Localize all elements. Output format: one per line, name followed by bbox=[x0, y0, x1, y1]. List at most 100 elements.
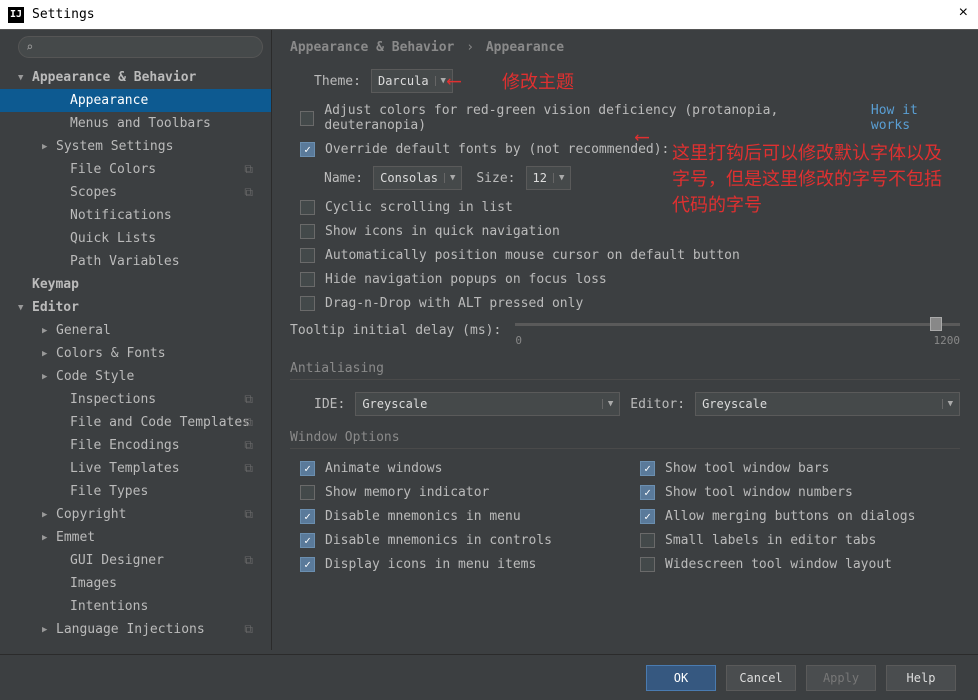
sidebar-item[interactable]: Appearance bbox=[0, 89, 271, 112]
sidebar-item[interactable]: ▶Emmet bbox=[0, 526, 271, 549]
adjust-colors-label: Adjust colors for red-green vision defic… bbox=[324, 103, 859, 133]
sidebar-item[interactable]: Live Templates⧉ bbox=[0, 457, 271, 480]
sidebar-item[interactable]: Keymap bbox=[0, 273, 271, 296]
help-button[interactable]: Help bbox=[886, 665, 956, 691]
sidebar-item[interactable]: Path Variables bbox=[0, 250, 271, 273]
cyclic-label: Cyclic scrolling in list bbox=[325, 200, 513, 215]
sidebar-item[interactable]: File Colors⧉ bbox=[0, 158, 271, 181]
aa-editor-label: Editor: bbox=[630, 397, 685, 412]
aa-editor-value: Greyscale bbox=[702, 397, 767, 411]
winopt-label: Animate windows bbox=[325, 461, 442, 476]
winopt-checkbox[interactable] bbox=[640, 557, 655, 572]
slider-thumb[interactable] bbox=[930, 317, 942, 331]
winopt-checkbox[interactable]: ✓ bbox=[300, 509, 315, 524]
tree-arrow-icon: ▶ bbox=[42, 349, 56, 359]
winopt-label: Allow merging buttons on dialogs bbox=[665, 509, 915, 524]
slider-min: 0 bbox=[515, 334, 522, 347]
sidebar-item-label: Live Templates bbox=[70, 461, 180, 476]
winopt-label: Show memory indicator bbox=[325, 485, 489, 500]
sidebar-item[interactable]: GUI Designer⧉ bbox=[0, 549, 271, 572]
profile-icon: ⧉ bbox=[244, 392, 253, 407]
breadcrumb: Appearance & Behavior › Appearance bbox=[290, 40, 960, 55]
winopt-checkbox[interactable]: ✓ bbox=[300, 557, 315, 572]
sidebar-item[interactable]: Scopes⧉ bbox=[0, 181, 271, 204]
theme-select[interactable]: Darcula ▼ bbox=[371, 69, 453, 93]
winopt-checkbox[interactable]: ✓ bbox=[640, 461, 655, 476]
winopt-label: Widescreen tool window layout bbox=[665, 557, 892, 572]
winopt-checkbox[interactable] bbox=[640, 533, 655, 548]
winopt-checkbox[interactable]: ✓ bbox=[300, 461, 315, 476]
search-icon: ⌕ bbox=[26, 40, 33, 54]
sidebar-item[interactable]: ▼Appearance & Behavior bbox=[0, 66, 271, 89]
sidebar-item[interactable]: ▶Code Style bbox=[0, 365, 271, 388]
sidebar-item[interactable]: File Encodings⧉ bbox=[0, 434, 271, 457]
tooltip-delay-slider[interactable] bbox=[515, 323, 960, 326]
winopt-checkbox[interactable] bbox=[300, 485, 315, 500]
winopt-label: Display icons in menu items bbox=[325, 557, 536, 572]
sidebar-item[interactable]: ▶Colors & Fonts bbox=[0, 342, 271, 365]
sidebar-item[interactable]: ▶General bbox=[0, 319, 271, 342]
sidebar-item[interactable]: Notifications bbox=[0, 204, 271, 227]
winopt-checkbox[interactable]: ✓ bbox=[640, 509, 655, 524]
sidebar-item-label: Keymap bbox=[32, 277, 79, 292]
sidebar-item-label: File Types bbox=[70, 484, 148, 499]
chevron-down-icon: ▼ bbox=[942, 399, 953, 409]
sidebar-item[interactable]: ▶Language Injections⧉ bbox=[0, 618, 271, 641]
sidebar-item-label: GUI Designer bbox=[70, 553, 164, 568]
cyclic-checkbox[interactable] bbox=[300, 200, 315, 215]
sidebar-item[interactable]: Quick Lists bbox=[0, 227, 271, 250]
winopt-label: Show tool window numbers bbox=[665, 485, 853, 500]
sidebar-item[interactable]: Menus and Toolbars bbox=[0, 112, 271, 135]
sidebar-item-label: Emmet bbox=[56, 530, 95, 545]
close-icon[interactable]: × bbox=[959, 4, 968, 22]
adjust-colors-checkbox[interactable] bbox=[300, 111, 314, 126]
aa-ide-select[interactable]: Greyscale ▼ bbox=[355, 392, 620, 416]
sidebar-item-label: Appearance bbox=[70, 93, 148, 108]
override-fonts-label: Override default fonts by (not recommend… bbox=[325, 142, 669, 157]
sidebar-item-label: Scopes bbox=[70, 185, 117, 200]
font-size-select[interactable]: 12 ▼ bbox=[526, 166, 572, 190]
apply-button[interactable]: Apply bbox=[806, 665, 876, 691]
hidenav-checkbox[interactable] bbox=[300, 272, 315, 287]
tree-arrow-icon: ▶ bbox=[42, 326, 56, 336]
sidebar-item[interactable]: Intentions bbox=[0, 595, 271, 618]
winopt-label: Small labels in editor tabs bbox=[665, 533, 876, 548]
how-it-works-link[interactable]: How it works bbox=[871, 103, 960, 133]
sidebar-item-label: System Settings bbox=[56, 139, 173, 154]
sidebar-item[interactable]: File and Code Templates⧉ bbox=[0, 411, 271, 434]
theme-label: Theme: bbox=[314, 74, 361, 89]
profile-icon: ⧉ bbox=[244, 622, 253, 637]
sidebar-item-label: Intentions bbox=[70, 599, 148, 614]
sidebar-item-label: Colors & Fonts bbox=[56, 346, 166, 361]
winopt-checkbox[interactable]: ✓ bbox=[300, 533, 315, 548]
search-input[interactable] bbox=[18, 36, 263, 58]
autopos-checkbox[interactable] bbox=[300, 248, 315, 263]
chevron-down-icon: ▼ bbox=[602, 399, 613, 409]
app-icon: IJ bbox=[8, 7, 24, 23]
sidebar-item[interactable]: ▶Copyright⧉ bbox=[0, 503, 271, 526]
ok-button[interactable]: OK bbox=[646, 665, 716, 691]
sidebar-item[interactable]: File Types bbox=[0, 480, 271, 503]
window-options-title: Window Options bbox=[290, 430, 960, 449]
sidebar-item[interactable]: Images bbox=[0, 572, 271, 595]
cancel-button[interactable]: Cancel bbox=[726, 665, 796, 691]
winopt-label: Disable mnemonics in controls bbox=[325, 533, 552, 548]
sidebar-item-label: Menus and Toolbars bbox=[70, 116, 211, 131]
sidebar-item[interactable]: ▼Editor bbox=[0, 296, 271, 319]
sidebar-item-label: Appearance & Behavior bbox=[32, 70, 196, 85]
tree-arrow-icon: ▶ bbox=[42, 510, 56, 520]
settings-tree: ▼Appearance & Behavior Appearance Menus an… bbox=[0, 64, 271, 643]
tooltip-delay-label: Tooltip initial delay (ms): bbox=[290, 323, 501, 338]
sidebar-item-label: Editor bbox=[32, 300, 79, 315]
font-name-select[interactable]: Consolas ▼ bbox=[373, 166, 462, 190]
sidebar-item[interactable]: ▶System Settings bbox=[0, 135, 271, 158]
winopt-checkbox[interactable]: ✓ bbox=[640, 485, 655, 500]
sidebar-item[interactable]: Inspections ⧉ bbox=[0, 388, 271, 411]
breadcrumb-b: Appearance bbox=[486, 40, 564, 55]
override-fonts-checkbox[interactable]: ✓ bbox=[300, 142, 315, 157]
quicknav-checkbox[interactable] bbox=[300, 224, 315, 239]
aa-editor-select[interactable]: Greyscale ▼ bbox=[695, 392, 960, 416]
sidebar-item-label: Inspections bbox=[70, 392, 156, 407]
dragdrop-checkbox[interactable] bbox=[300, 296, 315, 311]
quicknav-label: Show icons in quick navigation bbox=[325, 224, 560, 239]
